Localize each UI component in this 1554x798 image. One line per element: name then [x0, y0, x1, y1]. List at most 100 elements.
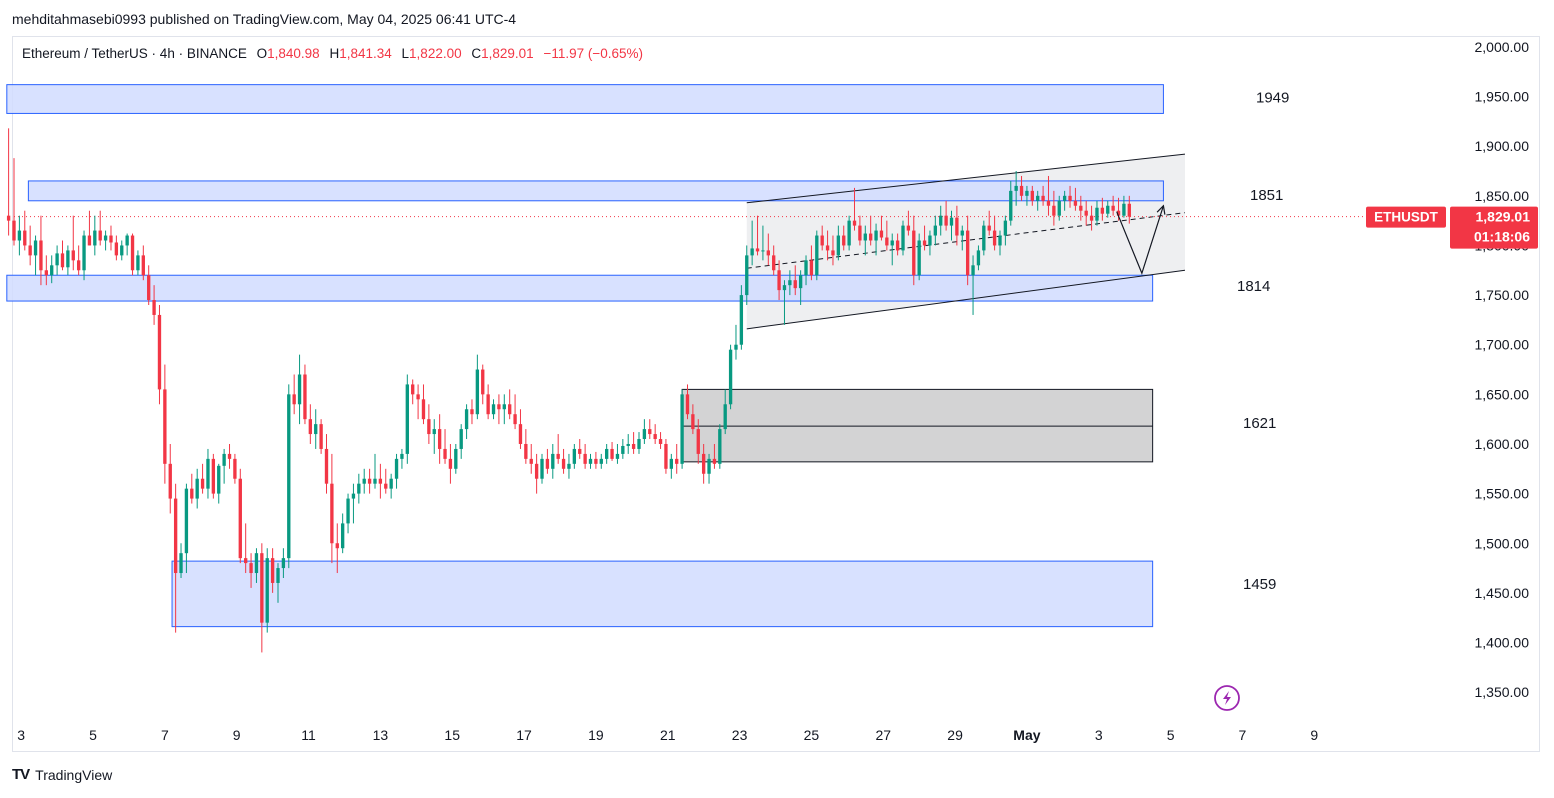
high-label: H — [329, 46, 340, 61]
candle-body — [238, 478, 242, 559]
candle-body — [475, 369, 480, 415]
candle-body — [125, 235, 129, 246]
x-tick-label: 25 — [804, 727, 820, 743]
candle-body — [1127, 203, 1131, 217]
candle-body — [836, 235, 841, 256]
candle-body — [939, 215, 943, 226]
candle-body — [955, 217, 959, 236]
candle-body — [508, 404, 512, 415]
candle-body — [71, 250, 75, 261]
candle-body — [685, 394, 690, 415]
candle — [17, 215, 22, 256]
candle-body — [141, 255, 145, 276]
x-tick-label: 7 — [161, 727, 169, 743]
candle — [675, 443, 679, 474]
candle-body — [928, 235, 932, 246]
y-tick-label: 1,700.00 — [1475, 337, 1530, 353]
candle-body — [718, 429, 722, 464]
candle-body — [50, 265, 54, 276]
candle-body — [798, 275, 803, 289]
candle — [626, 434, 630, 454]
footer-brand[interactable]: TV TradingView — [12, 766, 112, 783]
candle — [448, 443, 453, 484]
candle-body — [960, 230, 964, 236]
candle-body — [599, 458, 603, 464]
candle-body — [502, 404, 506, 410]
candle-body — [669, 458, 673, 469]
candle-body — [788, 280, 792, 286]
candle-body — [982, 225, 986, 251]
candle — [551, 443, 555, 479]
candle — [513, 394, 517, 430]
candle — [847, 215, 851, 251]
candle-body — [804, 260, 808, 276]
candle — [367, 468, 372, 494]
candle — [184, 483, 189, 574]
candlestick-chart[interactable]: 1949 1851 1814 1621 1459 2,000.00 1,950.00 1,90… — [0, 0, 1554, 798]
candle — [588, 453, 593, 469]
candle — [292, 374, 296, 415]
candle — [217, 463, 221, 504]
x-tick-label: 13 — [373, 727, 389, 743]
candle-body — [405, 384, 409, 454]
candle — [389, 473, 393, 499]
candle-body — [1073, 200, 1078, 206]
candle-body — [33, 240, 38, 256]
candle-body — [443, 448, 447, 459]
candle-body — [755, 248, 760, 252]
candle-body — [491, 404, 496, 415]
candle-body — [588, 458, 593, 464]
candle — [265, 548, 269, 633]
candle — [93, 215, 97, 256]
candle-body — [330, 483, 334, 544]
candle-body — [1030, 190, 1034, 201]
candle-body — [287, 394, 291, 559]
candle — [33, 235, 38, 276]
candle — [578, 439, 582, 459]
symbol-label[interactable]: Ethereum / TetherUS · 4h · BINANCE — [22, 46, 247, 61]
candle-body — [933, 225, 938, 236]
candle-body — [1052, 205, 1056, 216]
candle-body — [524, 443, 528, 459]
candle-body — [540, 458, 544, 479]
y-tick-label: 1,950.00 — [1475, 89, 1530, 105]
candle — [454, 443, 458, 474]
candle — [642, 419, 647, 444]
candle — [405, 374, 409, 464]
candle — [529, 443, 533, 474]
lightning-icon[interactable] — [1214, 685, 1240, 711]
candle-body — [82, 235, 86, 271]
candle — [502, 394, 506, 425]
candle-body — [378, 478, 383, 484]
candle — [669, 453, 673, 479]
candle — [815, 230, 819, 281]
candle-body — [626, 443, 630, 446]
y-tick-label: 1,450.00 — [1475, 585, 1530, 601]
candle-body — [831, 250, 835, 256]
candle-body — [739, 295, 744, 345]
zone-label: 1459 — [1243, 576, 1276, 593]
candle-body — [448, 458, 453, 469]
candle-body — [432, 429, 436, 435]
candle — [534, 453, 539, 494]
candle-body — [863, 233, 867, 241]
candle-body — [308, 419, 313, 435]
zone-rect — [171, 560, 1154, 628]
candle-body — [1122, 203, 1126, 216]
candle — [416, 384, 420, 420]
candle-body — [103, 235, 108, 241]
candle-body — [427, 419, 431, 435]
candle — [130, 233, 135, 276]
candle-body — [411, 384, 415, 395]
candle-body — [992, 230, 997, 246]
candle-body — [922, 240, 927, 246]
candle — [71, 215, 75, 271]
candle-body — [93, 230, 97, 246]
candle — [411, 379, 415, 405]
candle-body — [39, 240, 43, 271]
zone-rect — [27, 180, 1164, 202]
candle — [917, 233, 921, 281]
candle-body — [163, 389, 167, 464]
candle-body — [901, 225, 905, 251]
candle — [55, 245, 59, 276]
